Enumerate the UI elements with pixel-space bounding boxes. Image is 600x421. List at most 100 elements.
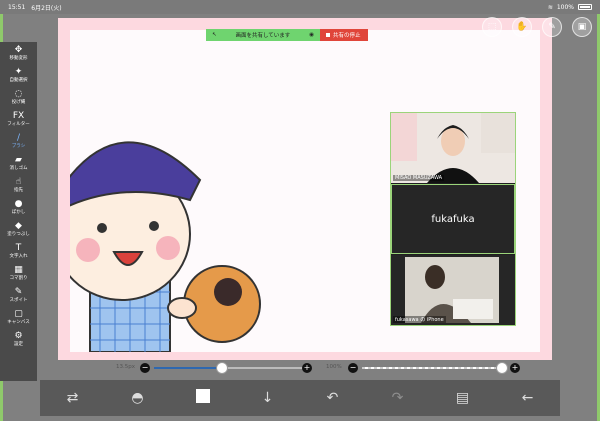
participant-name: fukasawa の iPhone [393,316,446,323]
tool-label: ブラシ [11,144,26,149]
tool-icon: ✥ [14,45,23,55]
pointer-icon: ↖ [212,32,217,38]
opacity-minus-button[interactable]: − [348,363,358,373]
tool-9[interactable]: T 文字入れ [0,240,37,262]
download-button[interactable]: ↓ [248,390,288,406]
tool-label: 投げ縄 [11,100,26,105]
color-button[interactable] [183,389,223,407]
brush-size-label: 13.5px [116,364,135,370]
tool-6[interactable]: ☝ 指先 [0,174,37,196]
redo-button[interactable]: ↷ [378,390,418,406]
tool-icon: / [16,133,21,143]
brush-size-plus-button[interactable]: + [302,363,312,373]
tool-label: 設定 [14,342,23,347]
tool-icon: ▰ [15,155,22,165]
tool-icon: ☝ [15,177,22,187]
tool-icon: ✎ [14,287,23,297]
layers-icon: ▤ [455,390,470,406]
battery-icon [578,4,592,10]
shield-icon: ◉ [309,32,314,38]
tool-icon: ◌ [14,89,23,99]
tool-1[interactable]: ✦ 自動選択 [0,64,37,86]
stop-icon [326,33,330,37]
bottom-toolbar: ⇄ ◓ ↓ ↶ ↷ ▤ ← [40,380,560,416]
opacity-knob[interactable] [496,362,508,374]
pen-icon: ✎ [548,22,556,32]
opacity-plus-button[interactable]: + [510,363,520,373]
tool-4[interactable]: / ブラシ [0,130,37,152]
tool-sidebar: ✥ 移動変形 ✦ 自動選択 ◌ 投げ縄 FX フィルター / ブラシ ▰ 消しゴム ☝ 指先 ● ぼかし ◆ 塗り… [0,42,37,381]
screen-share-bar: ↖ 画面を共有しています ◉ 共有の停止 [206,29,368,41]
brush-size-fill [154,367,222,369]
tool-icon: FX [12,111,25,121]
top-right-actions: ⬚ ✋ ✎ ▣ [482,17,592,37]
tool-label: コマ割り [9,276,28,281]
tool-label: 文字入れ [9,254,28,259]
tool-icon: ▦ [14,265,23,275]
redo-icon: ↷ [391,390,404,406]
tool-label: スポイト [9,298,28,303]
back-button[interactable]: ← [508,390,548,406]
tool-label: 指先 [14,188,23,193]
brush-preset-button[interactable]: ◓ [118,390,158,406]
hand-icon: ✋ [516,22,528,32]
undo-button[interactable]: ↶ [313,390,353,406]
tool-12[interactable]: ▢ キャンバス [0,306,37,328]
participant-name: MISAO MASUZAWA [393,175,445,181]
wifi-icon: ≋ [547,3,553,11]
participant-video [391,113,515,183]
undo-icon: ↶ [326,390,339,406]
hand-button[interactable]: ✋ [512,17,532,37]
sharing-label: 画面を共有しています [235,33,291,39]
participant-tile[interactable]: fukasawa の iPhone [391,255,515,325]
brush-controls: 13.5px − + 100% − + [116,362,530,374]
tool-5[interactable]: ▰ 消しゴム [0,152,37,174]
brush-size-knob[interactable] [215,362,228,374]
arrow-left-icon: ← [521,390,534,406]
tool-icon: ✦ [14,67,23,77]
image-button[interactable]: ▣ [572,17,592,37]
color-swatch [195,389,210,403]
participant-name: fukafuka [431,213,475,225]
tool-icon: T [15,243,22,253]
brush-preset-icon: ◓ [131,390,144,406]
tool-label: キャンバス [7,320,30,325]
status-time: 15:51 [8,3,26,11]
tool-8[interactable]: ◆ 塗りつぶし [0,218,37,240]
character-hand [167,297,197,319]
participant-tile[interactable]: MISAO MASUZAWA [391,113,515,183]
tool-label: ぼかし [11,210,26,215]
tool-label: 塗りつぶし [7,232,30,237]
video-call-panel: MISAO MASUZAWA fukafuka fukasawa の iPhon… [390,112,516,326]
opacity-label: 100% [326,364,342,370]
layers-button[interactable]: ▤ [443,390,483,406]
battery-percent: 100% [556,3,574,11]
tool-label: フィルター [7,122,30,127]
tool-icon: ▢ [14,309,23,319]
tool-11[interactable]: ✎ スポイト [0,284,37,306]
sesame-icon [214,278,242,306]
brush-size-minus-button[interactable]: − [140,363,150,373]
swap-color-button[interactable]: ⇄ [53,390,93,406]
tool-10[interactable]: ▦ コマ割り [0,262,37,284]
tool-2[interactable]: ◌ 投げ縄 [0,86,37,108]
stop-share-button[interactable]: 共有の停止 [320,29,368,41]
tool-7[interactable]: ● ぼかし [0,196,37,218]
tool-icon: ◆ [15,221,22,231]
pen-button[interactable]: ✎ [542,17,562,37]
select-area-button[interactable]: ⬚ [482,17,502,37]
participant-tile[interactable]: fukafuka [391,184,515,254]
status-bar: 15:51 6月2日(火) ≋ 100% [0,0,600,14]
tool-label: 自動選択 [9,78,28,83]
tool-label: 消しゴム [9,166,28,171]
tool-3[interactable]: FX フィルター [0,108,37,130]
swap-icon: ⇄ [66,390,79,406]
tool-0[interactable]: ✥ 移動変形 [0,42,37,64]
opacity-slider[interactable] [362,367,502,369]
image-icon: ▣ [577,22,587,32]
sharing-indicator: ↖ 画面を共有しています ◉ [206,29,320,41]
participant-video [391,255,515,325]
tool-label: 移動変形 [9,56,28,61]
arrow-down-icon: ↓ [261,390,274,406]
tool-13[interactable]: ⚙ 設定 [0,328,37,350]
